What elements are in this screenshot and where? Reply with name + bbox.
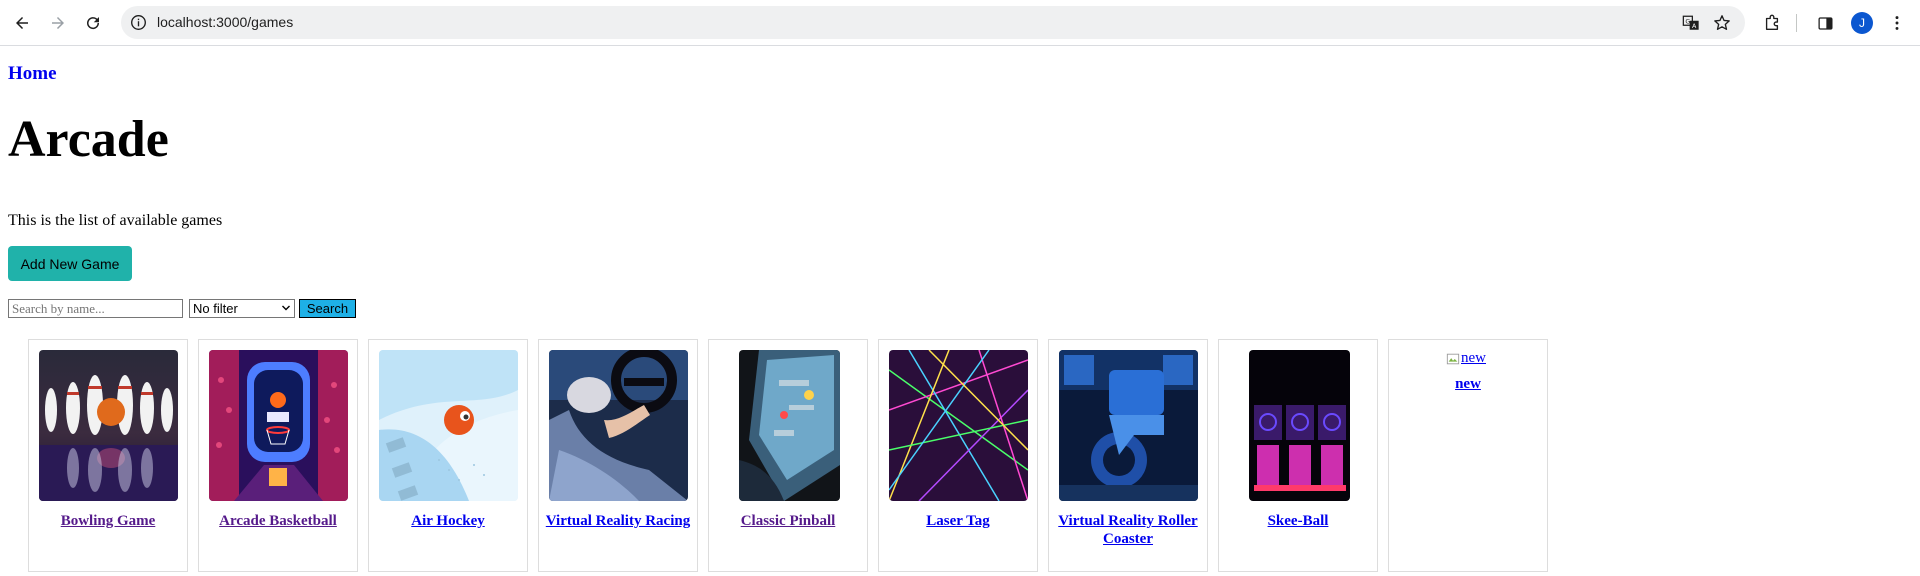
- page-description: This is the list of available games: [8, 212, 223, 229]
- forward-button[interactable]: [43, 8, 73, 38]
- game-card[interactable]: Virtual Reality Roller Coaster: [1048, 339, 1208, 572]
- broken-image-icon: [1446, 353, 1460, 364]
- game-name-link[interactable]: new: [1393, 375, 1543, 393]
- game-name-link[interactable]: Virtual Reality Roller Coaster: [1053, 512, 1203, 548]
- arrow-right-icon: [52, 17, 64, 29]
- game-image-bowling[interactable]: [39, 350, 178, 501]
- search-button[interactable]: Search: [299, 299, 356, 318]
- address-bar[interactable]: localhost:3000/games G A: [121, 6, 1745, 39]
- game-image-pinball[interactable]: [739, 350, 840, 501]
- image-alt-text: new: [1461, 350, 1486, 366]
- filter-select[interactable]: No filter: [189, 299, 295, 318]
- game-name-link[interactable]: Air Hockey: [373, 512, 523, 530]
- game-card[interactable]: new new: [1388, 339, 1548, 572]
- game-image-laser-tag[interactable]: [889, 350, 1028, 501]
- svg-text:G: G: [1685, 18, 1690, 25]
- profile-avatar[interactable]: J: [1851, 12, 1873, 34]
- game-card[interactable]: Air Hockey: [368, 339, 528, 572]
- game-name-link[interactable]: Arcade Basketball: [203, 512, 353, 530]
- extensions-icon[interactable]: [1761, 12, 1783, 34]
- reload-icon: [87, 17, 100, 30]
- game-image-skee-ball[interactable]: [1249, 350, 1350, 501]
- bookmark-star-icon[interactable]: [1712, 13, 1732, 33]
- broken-image[interactable]: new: [1446, 350, 1486, 367]
- game-image-vr-racing[interactable]: [549, 350, 688, 501]
- reload-button[interactable]: [78, 8, 108, 38]
- toolbar-divider: [1796, 14, 1797, 32]
- game-name-link[interactable]: Virtual Reality Racing: [543, 512, 693, 530]
- game-card[interactable]: Arcade Basketball: [198, 339, 358, 572]
- game-image-vr-coaster[interactable]: [1059, 350, 1198, 501]
- site-info-icon[interactable]: [130, 14, 147, 31]
- game-card[interactable]: Classic Pinball: [708, 339, 868, 572]
- game-image-air-hockey[interactable]: [379, 350, 518, 501]
- game-card[interactable]: Bowling Game: [28, 339, 188, 572]
- page-title: Arcade: [8, 111, 169, 168]
- game-name-link[interactable]: Laser Tag: [883, 512, 1033, 530]
- game-name-link[interactable]: Bowling Game: [33, 512, 183, 530]
- game-card[interactable]: Virtual Reality Racing: [538, 339, 698, 572]
- home-link[interactable]: Home: [8, 63, 57, 85]
- browser-toolbar: localhost:3000/games G A J: [0, 0, 1920, 46]
- game-name-link[interactable]: Skee-Ball: [1223, 512, 1373, 530]
- game-name-link[interactable]: Classic Pinball: [713, 512, 863, 530]
- game-card[interactable]: Skee-Ball: [1218, 339, 1378, 572]
- arrow-left-icon: [16, 17, 28, 29]
- search-input[interactable]: [8, 299, 183, 318]
- game-card[interactable]: Laser Tag: [878, 339, 1038, 572]
- game-image-basketball[interactable]: [209, 350, 348, 501]
- translate-icon[interactable]: G A: [1681, 13, 1701, 33]
- filter-selected-value: No filter: [193, 301, 238, 316]
- add-new-game-button[interactable]: Add New Game: [8, 246, 132, 281]
- url-text[interactable]: localhost:3000/games: [157, 6, 293, 39]
- page-content: Home Arcade This is the list of availabl…: [0, 46, 1920, 576]
- menu-kebab-icon[interactable]: [1886, 12, 1908, 34]
- back-button[interactable]: [7, 8, 37, 38]
- chevron-down-icon: [282, 305, 290, 311]
- svg-text:A: A: [1692, 23, 1697, 30]
- side-panel-icon[interactable]: [1814, 12, 1836, 34]
